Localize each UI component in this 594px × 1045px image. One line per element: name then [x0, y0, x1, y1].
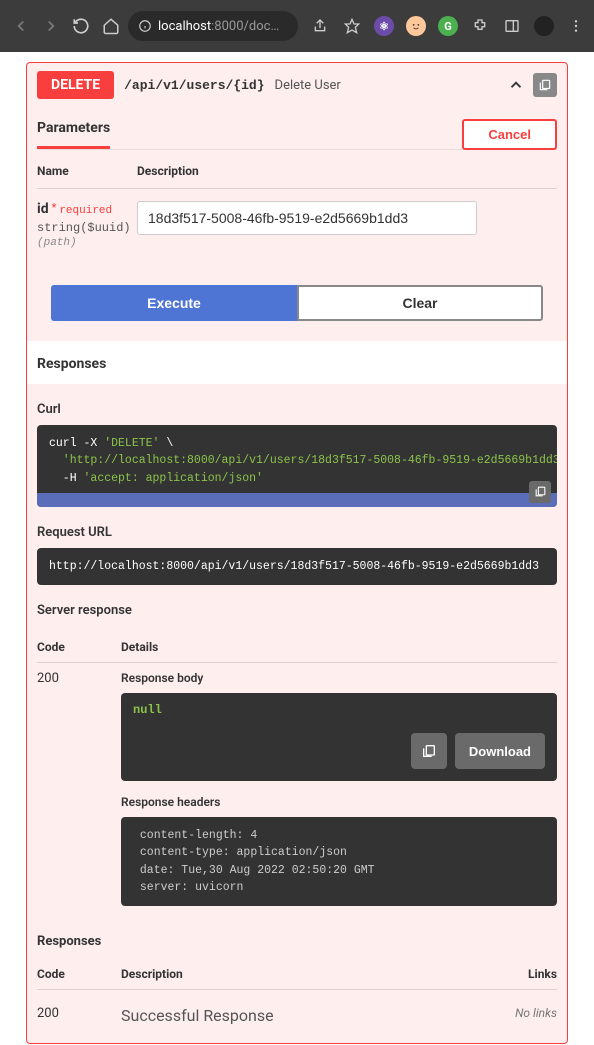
star-icon[interactable]	[342, 16, 362, 36]
server-response-header: Code Details	[37, 626, 557, 662]
curl-block: curl -X 'DELETE' \ 'http://localhost:800…	[37, 425, 557, 507]
response-code: 200	[37, 1006, 121, 1025]
param-type: string($uuid)	[37, 221, 137, 235]
menu-icon[interactable]	[566, 16, 586, 36]
url-text: localhost:8000/doc…	[158, 19, 279, 34]
extensions-icon[interactable]	[470, 16, 490, 36]
extension-grammarly-icon[interactable]: G	[438, 16, 458, 36]
response-links: No links	[497, 1006, 557, 1025]
column-details: Details	[121, 640, 557, 654]
response-description: Successful Response	[121, 1006, 497, 1025]
copy-link-button[interactable]	[533, 73, 557, 97]
response-code: 200	[37, 671, 121, 906]
response-headers-block: content-length: 4 content-type: applicat…	[121, 817, 557, 906]
column-code: Code	[37, 967, 121, 981]
documented-response-row: 200 Successful Response No links	[37, 990, 557, 1033]
server-response-row: 200 Response body null Download Response…	[37, 663, 557, 914]
operation-block: DELETE /api/v1/users/{id} Delete User Pa…	[26, 62, 568, 1044]
responses-title: Responses	[37, 356, 106, 372]
response-body-block: null Download	[121, 693, 557, 781]
documented-responses-title: Responses	[37, 934, 557, 949]
response-body-label: Response body	[121, 671, 557, 685]
server-response-label: Server response	[37, 603, 557, 618]
execute-button[interactable]: Execute	[51, 285, 297, 321]
copy-curl-button[interactable]	[529, 481, 551, 503]
download-button[interactable]: Download	[455, 733, 545, 769]
column-links: Links	[497, 967, 557, 981]
curl-label: Curl	[37, 402, 557, 417]
operation-header[interactable]: DELETE /api/v1/users/{id} Delete User	[27, 63, 567, 107]
request-url-block: http://localhost:8000/api/v1/users/18d3f…	[37, 548, 557, 585]
curl-command: curl -X 'DELETE' \ 'http://localhost:800…	[37, 425, 557, 493]
column-code: Code	[37, 640, 121, 654]
chevron-up-icon[interactable]	[507, 76, 525, 94]
copy-response-button[interactable]	[411, 733, 447, 769]
response-body-text: null	[133, 703, 545, 717]
forward-button[interactable]	[38, 12, 64, 40]
reload-button[interactable]	[68, 12, 94, 40]
required-star: *	[52, 201, 57, 214]
parameter-row: id * required string($uuid) (path)	[37, 189, 557, 279]
extension-react-icon[interactable]: ⚛	[374, 16, 394, 36]
cancel-button[interactable]: Cancel	[462, 119, 557, 150]
required-label: required	[59, 205, 112, 217]
page-content: DELETE /api/v1/users/{id} Delete User Pa…	[0, 52, 594, 1044]
operation-summary: Delete User	[275, 78, 341, 93]
sidepanel-icon[interactable]	[502, 16, 522, 36]
documented-responses-header: Code Description Links	[37, 953, 557, 989]
responses-section-header: Responses	[27, 341, 567, 384]
parameters-header: Parameters Cancel	[37, 107, 557, 150]
action-buttons: Execute Clear	[51, 285, 543, 321]
param-name: id	[37, 201, 49, 217]
clear-button[interactable]: Clear	[297, 285, 543, 321]
operation-path: /api/v1/users/{id}	[124, 78, 264, 93]
param-location: (path)	[37, 237, 137, 249]
parameters-title: Parameters	[37, 120, 110, 149]
extension-face-icon[interactable]	[406, 16, 426, 36]
browser-toolbar: localhost:8000/doc… ⚛ G	[0, 0, 594, 52]
param-id-input[interactable]	[137, 201, 477, 235]
address-bar[interactable]: localhost:8000/doc…	[128, 11, 298, 41]
column-name: Name	[37, 164, 137, 178]
profile-avatar[interactable]	[534, 16, 554, 36]
request-url-label: Request URL	[37, 525, 557, 540]
home-button[interactable]	[98, 12, 124, 40]
share-icon[interactable]	[310, 16, 330, 36]
params-table-header: Name Description	[37, 150, 557, 188]
column-description: Description	[137, 164, 557, 178]
method-badge: DELETE	[37, 71, 114, 99]
column-description: Description	[121, 967, 497, 981]
back-button[interactable]	[8, 12, 34, 40]
response-headers-label: Response headers	[121, 795, 557, 809]
info-icon	[138, 19, 152, 33]
